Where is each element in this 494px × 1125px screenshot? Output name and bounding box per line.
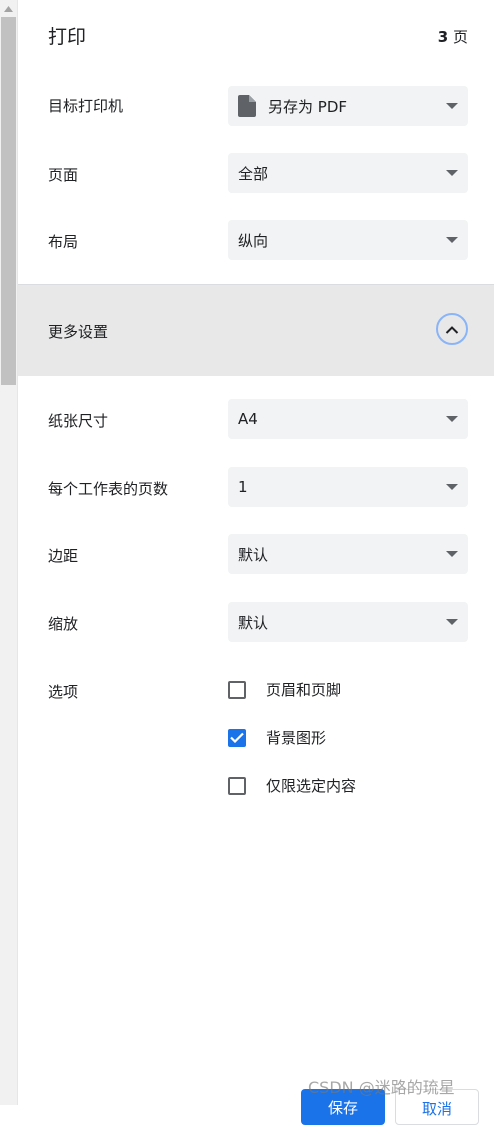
more-settings-label: 更多设置 (48, 323, 109, 341)
chevron-down-icon (446, 170, 458, 176)
destination-value: 另存为 PDF (268, 97, 347, 116)
pages-per-sheet-select[interactable]: 1 (228, 467, 468, 507)
scrollbar-thumb[interactable] (1, 17, 16, 385)
pages-per-sheet-label: 每个工作表的页数 (48, 480, 169, 498)
checkbox-label: 页眉和页脚 (266, 681, 342, 699)
options-label: 选项 (48, 683, 79, 701)
destination-label: 目标打印机 (48, 97, 124, 115)
chevron-up-icon (445, 325, 459, 334)
chevron-down-icon (446, 551, 458, 557)
page-title: 打印 (48, 26, 87, 48)
chevron-down-icon (446, 619, 458, 625)
page-count-number: 3 (437, 28, 449, 46)
chevron-down-icon (446, 237, 458, 243)
paper-size-value: A4 (238, 410, 258, 428)
checkbox-label: 背景图形 (266, 729, 327, 747)
scale-value: 默认 (238, 613, 269, 632)
chevron-down-icon (446, 416, 458, 422)
print-settings-panel: 打印 3 页 目标打印机 另存为 PDF 页面 全部 布局 纵向 更多设置 纸张… (18, 0, 494, 1125)
watermark: CSDN @迷路的琉星 (308, 1078, 455, 1097)
checkbox-label: 仅限选定内容 (266, 777, 357, 795)
checkbox-checked[interactable] (228, 728, 246, 747)
checkbox[interactable] (228, 680, 246, 699)
checkbox[interactable] (228, 776, 246, 795)
page-count-unit: 页 (452, 28, 468, 46)
page-count: 3 页 (438, 26, 468, 47)
chevron-down-icon (446, 484, 458, 490)
chevron-down-icon (446, 103, 458, 109)
file-icon (238, 95, 256, 117)
scrollbar[interactable] (0, 0, 18, 1105)
option-headers-footers[interactable]: 页眉和页脚 (228, 679, 341, 700)
scale-select[interactable]: 默认 (228, 602, 468, 642)
more-settings-toggle[interactable]: 更多设置 (18, 285, 494, 376)
pages-value: 全部 (238, 164, 269, 183)
pages-label: 页面 (48, 166, 79, 184)
collapse-button[interactable] (436, 313, 468, 345)
layout-select[interactable]: 纵向 (228, 220, 468, 260)
layout-label: 布局 (48, 233, 79, 251)
option-background-graphics[interactable]: 背景图形 (228, 727, 326, 748)
layout-value: 纵向 (238, 231, 269, 250)
margins-select[interactable]: 默认 (228, 534, 468, 574)
paper-size-label: 纸张尺寸 (48, 412, 109, 430)
scroll-up-arrow-icon[interactable] (0, 0, 17, 17)
pages-select[interactable]: 全部 (228, 153, 468, 193)
margins-value: 默认 (238, 545, 269, 564)
margins-label: 边距 (48, 547, 79, 565)
pages-per-sheet-value: 1 (238, 478, 248, 496)
destination-select[interactable]: 另存为 PDF (228, 86, 468, 126)
paper-size-select[interactable]: A4 (228, 399, 468, 439)
option-selection-only[interactable]: 仅限选定内容 (228, 775, 356, 796)
checkmark-icon (230, 732, 244, 743)
scale-label: 缩放 (48, 615, 79, 633)
